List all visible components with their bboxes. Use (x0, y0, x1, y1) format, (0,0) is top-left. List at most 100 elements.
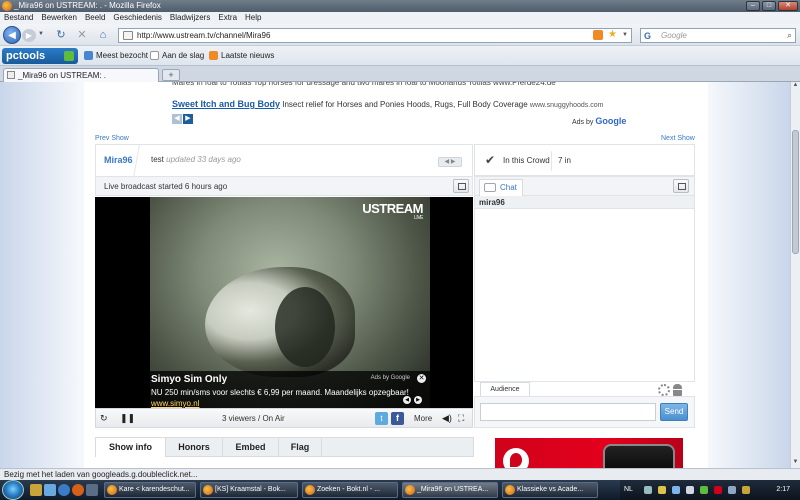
video-player[interactable]: USTREAM LIVE Simyo Sim Only Ads by Googl… (95, 197, 473, 408)
menu-bladwijzers[interactable]: Bladwijzers (170, 12, 210, 24)
scrollbar-thumb[interactable] (792, 130, 799, 254)
start-button-icon[interactable] (2, 480, 24, 500)
new-tab-button[interactable]: + (162, 69, 180, 81)
twitter-share-icon[interactable]: t (375, 412, 388, 425)
quicklaunch-ie-icon[interactable] (58, 484, 70, 496)
stop-icon[interactable]: ✕ (75, 28, 89, 42)
status-pager-icon[interactable]: ◀ ▶ (438, 157, 462, 167)
menu-help[interactable]: Help (245, 12, 261, 24)
next-show-link[interactable]: Next Show (661, 135, 695, 142)
ad-url[interactable]: www.snuggyhoods.com (530, 102, 604, 109)
pctools-toolbar-button[interactable]: pctools (2, 48, 78, 64)
ad-link[interactable]: Sweet Itch and Bug Body (172, 99, 280, 109)
rss-feed-icon[interactable] (593, 30, 603, 40)
tab-audience[interactable]: Audience (480, 382, 530, 396)
tray-volume-icon[interactable] (686, 486, 694, 494)
overlay-ad-next-icon[interactable]: ▶ (414, 396, 422, 404)
popout-chat-icon[interactable] (673, 179, 689, 193)
bookmark-aan-de-slag[interactable]: Aan de slag (150, 51, 204, 61)
reload-icon[interactable]: ↻ (54, 28, 68, 42)
ad-prev-icon[interactable]: ◀ (172, 114, 182, 124)
forward-arrow-icon[interactable]: ▶ (22, 29, 36, 42)
url-text: http://www.ustream.tv/channel/Mira96 (137, 31, 271, 40)
fullscreen-icon[interactable]: ⛶ (458, 413, 464, 423)
tab-honors[interactable]: Honors (166, 438, 223, 457)
video-overlay-ad[interactable]: Simyo Sim Only Ads by Google ✕ NU 250 mi… (148, 371, 430, 408)
vodafone-banner-ad[interactable] (495, 438, 683, 468)
url-dropdown-icon[interactable]: ▼ (622, 29, 628, 42)
tray-antivirus-icon[interactable] (714, 486, 722, 494)
pause-icon[interactable]: ❚❚ (120, 413, 135, 423)
tray-update-icon[interactable] (700, 486, 708, 494)
tray-battery-icon[interactable] (742, 486, 750, 494)
tab-show-info[interactable]: Show info (96, 438, 166, 457)
quicklaunch-desktop-icon[interactable] (44, 484, 56, 496)
menu-beeld[interactable]: Beeld (85, 12, 105, 24)
back-arrow-icon[interactable]: ◀ (3, 26, 21, 44)
gear-icon[interactable] (658, 384, 670, 396)
minimize-button[interactable]: – (746, 1, 760, 11)
tray-arrow-icon[interactable] (644, 486, 652, 494)
chat-input[interactable] (480, 403, 656, 421)
overlay-ad-url[interactable]: www.simyo.nl (151, 399, 199, 408)
taskbar-item-active[interactable]: _Mira96 on USTREA... (402, 482, 498, 498)
tab-mira96[interactable]: _Mira96 on USTREAM: . (3, 68, 159, 82)
popout-player-icon[interactable] (453, 179, 469, 193)
menu-bewerken[interactable]: Bewerken (41, 12, 77, 24)
url-bar[interactable]: http://www.ustream.tv/channel/Mira96 ★ ▼ (118, 28, 632, 43)
ads-by-google[interactable]: Ads by Google (572, 116, 626, 126)
tab-chat[interactable]: Chat (479, 179, 523, 197)
menu-extra[interactable]: Extra (218, 12, 237, 24)
tab-flag[interactable]: Flag (279, 438, 322, 457)
menu-geschiedenis[interactable]: Geschiedenis (113, 12, 161, 24)
prev-show-link[interactable]: Prev Show (95, 135, 129, 142)
overlay-ad-title[interactable]: Simyo Sim Only (151, 374, 227, 385)
bookmark-meest-bezocht[interactable]: Meest bezocht (84, 51, 148, 61)
close-window-button[interactable]: ✕ (778, 1, 798, 11)
search-magnifier-icon[interactable]: ⌕ (787, 29, 792, 42)
taskbar-item[interactable]: Klassieke vs Acade... (502, 482, 598, 498)
taskbar-item[interactable]: Zoeken - Bokt.nl - ... (302, 482, 398, 498)
google-logo-text: Google (595, 116, 627, 126)
send-button[interactable]: Send (660, 403, 688, 421)
language-indicator[interactable]: NL (624, 480, 633, 500)
vertical-scrollbar[interactable]: ▲ ▼ (790, 82, 800, 468)
tray-app-icon[interactable] (728, 486, 736, 494)
more-button[interactable]: More (414, 414, 432, 423)
taskbar-item-label: Zoeken - Bokt.nl - ... (317, 486, 381, 493)
taskbar-item[interactable]: Kare < karendeschut... (104, 482, 196, 498)
home-icon[interactable]: ⌂ (96, 28, 110, 42)
search-input[interactable]: G Google ⌕ (640, 28, 796, 43)
chat-user-row[interactable]: mira96 (475, 196, 694, 209)
tray-shield-icon[interactable] (658, 486, 666, 494)
taskbar-clock[interactable]: 2:17 (776, 480, 790, 500)
facebook-share-icon[interactable]: f (391, 412, 404, 425)
menu-bestand[interactable]: Bestand (4, 12, 33, 24)
history-dropdown-icon[interactable]: ▼ (38, 31, 44, 37)
refresh-stream-icon[interactable]: ↻ (100, 413, 108, 423)
google-search-engine-icon[interactable]: G (644, 30, 651, 43)
overlay-ad-prev-icon[interactable]: ◀ (403, 396, 411, 404)
crowd-panel: ✔ In this Crowd 7 in (474, 144, 695, 176)
ad-line-cut[interactable]: Mares in foal to Totilas Top horses for … (172, 82, 556, 87)
status-bar: Bezig met het laden van googleads.g.doub… (0, 468, 800, 480)
scroll-down-icon[interactable]: ▼ (791, 459, 800, 468)
quicklaunch-explorer-icon[interactable] (30, 484, 42, 496)
tab-embed[interactable]: Embed (223, 438, 279, 457)
scroll-up-icon[interactable]: ▲ (791, 82, 800, 91)
ad-next-icon[interactable]: ▶ (183, 114, 193, 124)
taskbar-item-label: [KS] Kraamstal - Bok... (215, 486, 286, 493)
taskbar-item[interactable]: [KS] Kraamstal - Bok... (200, 482, 298, 498)
maximize-button[interactable]: □ (762, 1, 776, 11)
bookmark-laatste-nieuws[interactable]: Laatste nieuws (209, 51, 274, 61)
quicklaunch-firefox-icon[interactable] (72, 484, 84, 496)
bookmark-star-icon[interactable]: ★ (608, 29, 617, 41)
crowd-label[interactable]: In this Crowd (503, 156, 550, 165)
quicklaunch-more-icon[interactable] (86, 484, 98, 496)
volume-icon[interactable]: ◀) (442, 413, 452, 423)
tray-network-icon[interactable] (672, 486, 680, 494)
chat-messages[interactable]: mira96 (474, 196, 695, 382)
channel-name[interactable]: Mira96 (104, 155, 133, 165)
close-ad-icon[interactable]: ✕ (417, 374, 426, 383)
user-icon[interactable] (673, 384, 682, 396)
